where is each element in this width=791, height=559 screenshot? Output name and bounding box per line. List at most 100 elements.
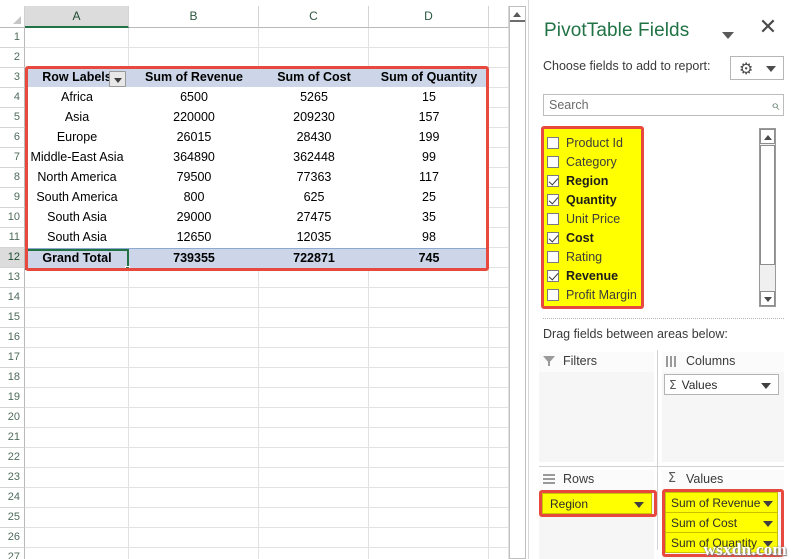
grid-cell[interactable] xyxy=(369,28,489,48)
chevron-down-icon[interactable] xyxy=(763,521,773,527)
grid-cell[interactable] xyxy=(25,548,129,559)
pivot-cell-cost[interactable]: 28430 xyxy=(259,128,369,148)
row-labels-filter-button[interactable] xyxy=(109,71,126,87)
pivot-row-label[interactable]: Africa xyxy=(25,88,129,108)
grid-cell[interactable] xyxy=(25,368,129,388)
grid-cell[interactable] xyxy=(259,288,369,308)
row-header-26[interactable]: 26 xyxy=(0,528,25,548)
field-item-profit-margin[interactable]: Profit Margin xyxy=(547,285,637,304)
grid-cell[interactable] xyxy=(129,528,259,548)
grid-cell[interactable] xyxy=(489,428,509,448)
pivot-row-label[interactable]: Europe xyxy=(25,128,129,148)
pivot-row-label[interactable]: South Asia xyxy=(25,228,129,248)
grid-cell[interactable] xyxy=(259,508,369,528)
pivot-header-cell[interactable]: Sum of Quantity xyxy=(369,68,489,88)
row-header-23[interactable]: 23 xyxy=(0,468,25,488)
rows-item-region[interactable]: Region xyxy=(542,493,652,514)
grid-cell[interactable] xyxy=(489,28,509,48)
column-header-d[interactable]: D xyxy=(369,6,489,28)
field-checkbox[interactable] xyxy=(547,212,559,225)
grid-cell[interactable] xyxy=(25,448,129,468)
row-header-14[interactable]: 14 xyxy=(0,288,25,308)
field-list-settings-button[interactable]: ⚙ xyxy=(730,56,784,80)
row-header-12[interactable]: 12 xyxy=(0,248,25,268)
grid-cell[interactable] xyxy=(259,348,369,368)
column-header-c[interactable]: C xyxy=(259,6,369,28)
column-header-a[interactable]: A xyxy=(25,6,129,28)
pivot-cell-revenue[interactable]: 12650 xyxy=(129,228,259,248)
grid-cell[interactable] xyxy=(369,388,489,408)
pivot-cell-revenue[interactable]: 26015 xyxy=(129,128,259,148)
grid-cell[interactable] xyxy=(489,248,509,268)
row-header-3[interactable]: 3 xyxy=(0,68,25,88)
grid-cell[interactable] xyxy=(259,48,369,68)
pivot-row-label[interactable]: South America xyxy=(25,188,129,208)
chevron-down-icon[interactable] xyxy=(634,502,644,508)
pivot-cell-cost[interactable]: 12035 xyxy=(259,228,369,248)
chevron-down-icon[interactable] xyxy=(763,501,773,507)
pivot-cell-cost[interactable]: 77363 xyxy=(259,168,369,188)
row-header-19[interactable]: 19 xyxy=(0,388,25,408)
sheet-vertical-scrollbar[interactable] xyxy=(509,6,526,559)
pivot-cell-quantity[interactable]: 15 xyxy=(369,88,489,108)
grid-cell[interactable] xyxy=(129,328,259,348)
grid-cell[interactable] xyxy=(489,88,509,108)
grid-cell[interactable] xyxy=(25,508,129,528)
row-header-21[interactable]: 21 xyxy=(0,428,25,448)
field-item-revenue[interactable]: Revenue xyxy=(547,266,618,285)
field-item-rating[interactable]: Rating xyxy=(547,247,602,266)
row-header-6[interactable]: 6 xyxy=(0,128,25,148)
field-checkbox[interactable] xyxy=(547,231,559,244)
pivot-cell-quantity[interactable]: 99 xyxy=(369,148,489,168)
pivot-row-label[interactable]: Middle-East Asia xyxy=(25,148,129,168)
grid-cell[interactable] xyxy=(369,288,489,308)
grid-cell[interactable] xyxy=(129,308,259,328)
grid-cell[interactable] xyxy=(489,168,509,188)
scrollbar-thumb[interactable] xyxy=(760,145,775,265)
grid-cell[interactable] xyxy=(25,388,129,408)
row-header-16[interactable]: 16 xyxy=(0,328,25,348)
grid-cell[interactable] xyxy=(259,388,369,408)
columns-item-values[interactable]: Σ Values xyxy=(664,374,779,395)
grid-cell[interactable] xyxy=(369,348,489,368)
grid-cell[interactable] xyxy=(489,148,509,168)
grid-cell[interactable] xyxy=(489,348,509,368)
grid-cell[interactable] xyxy=(25,308,129,328)
grid-cell[interactable] xyxy=(129,268,259,288)
pivot-cell-cost[interactable]: 209230 xyxy=(259,108,369,128)
grid-cell[interactable] xyxy=(25,468,129,488)
grid-cell[interactable] xyxy=(129,508,259,528)
grid-cell[interactable] xyxy=(369,368,489,388)
pivot-cell-revenue[interactable]: 220000 xyxy=(129,108,259,128)
grid-cell[interactable] xyxy=(489,468,509,488)
grid-cell[interactable] xyxy=(489,48,509,68)
grid-cell[interactable] xyxy=(129,448,259,468)
grid-cell[interactable] xyxy=(129,548,259,559)
field-list[interactable]: Product Id Category Region Quantity Unit Pri… xyxy=(541,126,784,309)
row-header-13[interactable]: 13 xyxy=(0,268,25,288)
grid-cell[interactable] xyxy=(489,228,509,248)
row-header-18[interactable]: 18 xyxy=(0,368,25,388)
grid-cell[interactable] xyxy=(489,448,509,468)
column-header-e-partial[interactable] xyxy=(489,6,509,28)
grid-cell[interactable] xyxy=(25,528,129,548)
grid-cell[interactable] xyxy=(259,328,369,348)
close-icon[interactable]: ✕ xyxy=(757,17,779,40)
spreadsheet-grid[interactable]: ABCD 1 2 3 4 5 6 7 8 9 10 11 12 13 14 15 16 17 18 19 20 21 22… xyxy=(0,0,528,559)
pivot-cell-cost[interactable]: 625 xyxy=(259,188,369,208)
row-header-9[interactable]: 9 xyxy=(0,188,25,208)
grid-cell[interactable] xyxy=(259,528,369,548)
column-header-b[interactable]: B xyxy=(129,6,259,28)
grid-cell[interactable] xyxy=(25,268,129,288)
grid-cell[interactable] xyxy=(369,468,489,488)
grid-cell[interactable] xyxy=(25,288,129,308)
search-field[interactable]: Search ⌕ xyxy=(543,94,784,116)
grid-cell[interactable] xyxy=(369,508,489,528)
field-checkbox[interactable] xyxy=(547,250,559,263)
grid-cell[interactable] xyxy=(489,488,509,508)
row-header-22[interactable]: 22 xyxy=(0,448,25,468)
grid-cell[interactable] xyxy=(259,468,369,488)
area-columns-dropzone[interactable]: Σ Values xyxy=(662,372,784,462)
row-header-2[interactable]: 2 xyxy=(0,48,25,68)
grid-cell[interactable] xyxy=(259,408,369,428)
